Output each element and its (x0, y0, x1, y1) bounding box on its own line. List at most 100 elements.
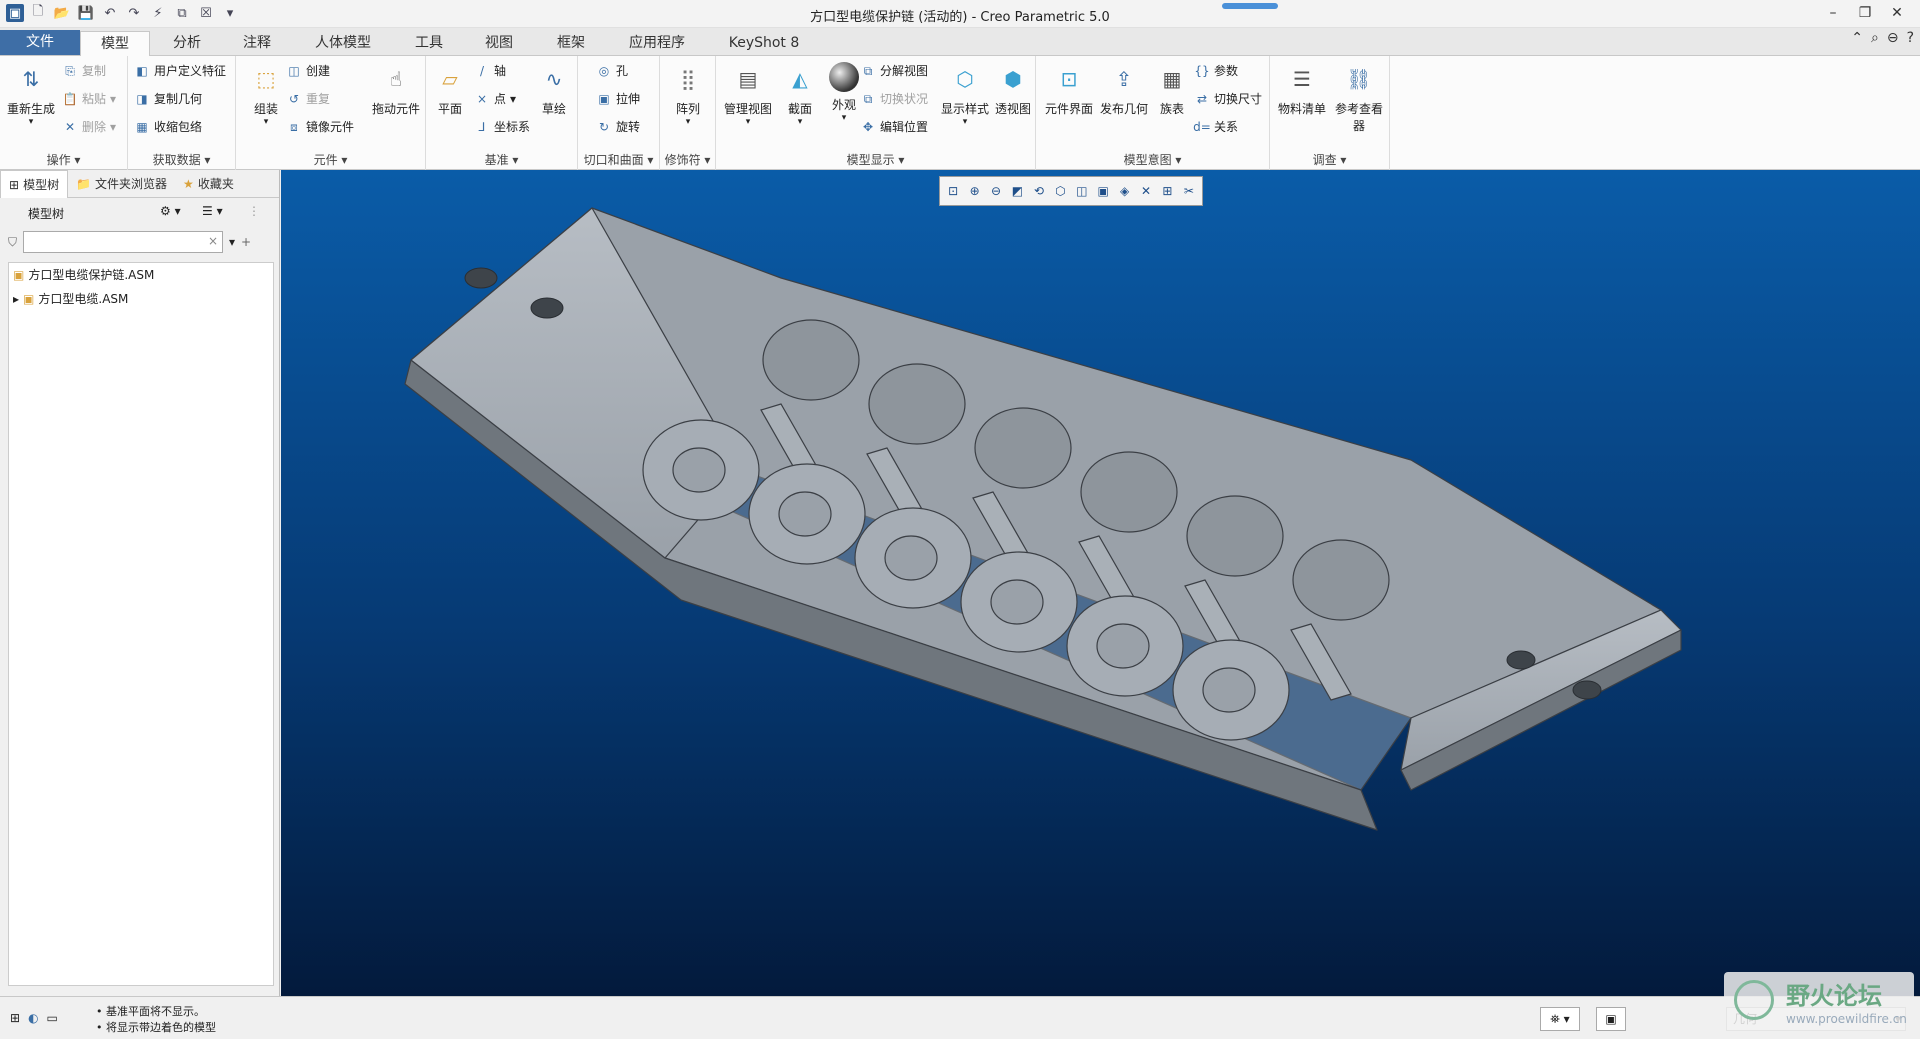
tree-settings-icon[interactable]: ⚙ ▾ (160, 204, 181, 218)
graphics-viewport[interactable]: ⊡ ⊕ ⊖ ◩ ⟲ ⬡ ◫ ▣ ◈ ✕ ⊞ ✂ (281, 170, 1920, 996)
copy-icon: ⎘ (65, 64, 75, 78)
group-label-cut-surface[interactable]: 切口和曲面 ▾ (578, 151, 659, 168)
drag-components-button[interactable]: ☝ 拖动元件 (366, 62, 426, 117)
search-dropdown-icon[interactable]: ▾ (229, 235, 235, 249)
tab-folder-browser[interactable]: 📁 文件夹浏览器 (68, 170, 175, 198)
group-label-model-intent[interactable]: 模型意图 ▾ (1036, 151, 1269, 168)
perspective-view-button[interactable]: ⬢ 透视图 (990, 62, 1036, 117)
clear-search-icon[interactable]: × (208, 234, 218, 248)
restore-icon[interactable]: ❐ (1852, 2, 1878, 24)
point-button[interactable]: × 点 ▾ (474, 88, 516, 110)
group-label-modifiers[interactable]: 修饰符 ▾ (660, 151, 715, 168)
tab-view[interactable]: 视图 (464, 31, 534, 56)
edit-position-button[interactable]: ✥ 编辑位置 (860, 116, 928, 138)
tree-item-root[interactable]: ▣ 方口型电缆保护链.ASM (9, 263, 273, 287)
hole-button[interactable]: ◎ 孔 (596, 60, 628, 82)
model-tree: ▣ 方口型电缆保护链.ASM ▸ ▣ 方口型电缆.ASM (8, 262, 274, 986)
tab-model-tree[interactable]: ⊞ 模型树 (0, 170, 69, 198)
pin-hole (778, 491, 832, 537)
section-button[interactable]: ◭ 截面 ▾ (778, 62, 822, 127)
status-message-2: • 将显示带边着色的模型 (96, 1021, 216, 1034)
toggle-status-button[interactable]: ⧉ 切换状况 (860, 88, 928, 110)
watermark-logo-icon (1734, 980, 1774, 1020)
tab-framework[interactable]: 框架 (536, 31, 606, 56)
group-operations: ⇅ 重新生成 ▾ ⎘ 复制 📋 粘贴 ▾ ✕ 删除 ▾ 操作 ▾ (0, 56, 128, 170)
tab-analysis[interactable]: 分析 (152, 31, 222, 56)
search-icon[interactable]: ⌕ (1871, 30, 1879, 46)
manage-views-button[interactable]: ▤ 管理视图 ▾ (720, 62, 776, 127)
tab-keyshot[interactable]: KeyShot 8 (712, 31, 816, 56)
window-controls: – ❐ ✕ (1820, 2, 1910, 24)
explode-view-button[interactable]: ⧉ 分解视图 (860, 60, 928, 82)
cable-chain-model[interactable] (281, 170, 1920, 996)
delete-button[interactable]: ✕ 删除 ▾ (62, 116, 116, 138)
explode-icon: ⧉ (863, 64, 873, 78)
group-label-investigate[interactable]: 调查 ▾ (1270, 151, 1389, 168)
watermark: 野火论坛 www.proewildfire.cn (1724, 972, 1914, 1034)
regenerate-button[interactable]: ⇅ 重新生成 ▾ (2, 62, 60, 127)
tab-annotate[interactable]: 注释 (222, 31, 292, 56)
assembly-icon: ▣ (23, 292, 35, 306)
status-message-1: • 基准平面将不显示。 (96, 1005, 205, 1018)
display-style-button[interactable]: ⬡ 显示样式 ▾ (936, 62, 994, 127)
shrinkwrap-button[interactable]: ▦ 收缩包络 (134, 116, 202, 138)
tree-item-child[interactable]: ▸ ▣ 方口型电缆.ASM (9, 287, 273, 311)
add-filter-icon[interactable]: + (241, 235, 251, 249)
group-label-operations[interactable]: 操作 ▾ (0, 151, 127, 168)
pattern-button[interactable]: ⣿ 阵列 ▾ (662, 62, 714, 127)
extrude-button[interactable]: ▣ 拉伸 (596, 88, 640, 110)
csys-button[interactable]: ⅃ 坐标系 (474, 116, 530, 138)
tab-file[interactable]: 文件 (0, 30, 80, 55)
family-table-button[interactable]: ▦ 族表 (1150, 62, 1194, 117)
sketch-button[interactable]: ∿ 草绘 (534, 62, 574, 117)
udf-button[interactable]: ◧ 用户定义特征 (134, 60, 226, 82)
group-label-component[interactable]: 元件 ▾ (236, 151, 425, 168)
group-label-model-display[interactable]: 模型显示 ▾ (716, 151, 1035, 168)
tab-favorites[interactable]: ★ 收藏夹 (175, 170, 242, 198)
component-interface-button[interactable]: ⊡ 元件界面 (1040, 62, 1098, 117)
create-component-button[interactable]: ◫ 创建 (286, 60, 330, 82)
browser-toggle-icon[interactable]: ◐ (28, 1011, 38, 1025)
community-icon[interactable]: ⊖ (1887, 30, 1899, 46)
reference-viewer-button[interactable]: ⛓ 参考查看器 (1330, 62, 1388, 134)
assemble-button[interactable]: ⬚ 组装 ▾ (240, 62, 292, 127)
group-model-intent: ⊡ 元件界面 ⇪ 发布几何 ▦ 族表 {} 参数 ⇄ 切换尺寸 d= 关系 模型意图 ▾ (1036, 56, 1270, 170)
tree-search-input[interactable]: × (23, 231, 224, 253)
copy-geometry-button[interactable]: ◨ 复制几何 (134, 88, 202, 110)
switch-dimensions-button[interactable]: ⇄ 切换尺寸 (1194, 88, 1262, 110)
axis-button[interactable]: / 轴 (474, 60, 506, 82)
parameters-button[interactable]: {} 参数 (1194, 60, 1238, 82)
relations-button[interactable]: d= 关系 (1193, 116, 1238, 138)
collapse-ribbon-icon[interactable]: ⌃ (1851, 30, 1863, 46)
group-label-datum[interactable]: 基准 ▾ (426, 151, 577, 168)
create-icon: ◫ (288, 64, 300, 78)
full-screen-icon[interactable]: ▭ (47, 1011, 58, 1025)
bom-button[interactable]: ☰ 物料清单 (1274, 62, 1330, 117)
group-investigate: ☰ 物料清单 ⛓ 参考查看器 调查 ▾ (1270, 56, 1390, 170)
plane-button[interactable]: ▱ 平面 (430, 62, 470, 117)
copy-button[interactable]: ⎘ 复制 (62, 60, 106, 82)
tab-model[interactable]: 模型 (80, 31, 150, 57)
navigator-toggle-icon[interactable]: ⊞ (10, 1011, 20, 1025)
tab-manikin[interactable]: 人体模型 (296, 31, 390, 56)
binoculars-icon: ⛯ ▾ (1550, 1012, 1570, 1026)
show-menu-icon[interactable]: ☰ ▾ (202, 204, 223, 218)
help-icon[interactable]: ? (1907, 30, 1914, 46)
selection-filter-toggle[interactable]: ▣ (1596, 1007, 1626, 1031)
revolve-button[interactable]: ↻ 旋转 (596, 116, 640, 138)
find-button[interactable]: ⛯ ▾ (1540, 1007, 1580, 1031)
close-icon[interactable]: ✕ (1884, 2, 1910, 24)
filter-icon[interactable]: ⛉ (8, 235, 17, 250)
tab-tools[interactable]: 工具 (394, 31, 464, 56)
expand-arrow-icon[interactable]: ▸ (13, 287, 19, 311)
publish-geometry-button[interactable]: ⇪ 发布几何 (1096, 62, 1152, 117)
watermark-title: 野火论坛 (1786, 982, 1882, 1010)
repeat-button[interactable]: ↺ 重复 (286, 88, 330, 110)
pin-hole (672, 447, 726, 493)
minimize-icon[interactable]: – (1820, 2, 1846, 24)
mirror-component-button[interactable]: ⧈ 镜像元件 (286, 116, 354, 138)
tree-filter-icon[interactable]: ⋮ (248, 204, 260, 218)
group-label-get-data[interactable]: 获取数据 ▾ (128, 151, 235, 168)
tab-applications[interactable]: 应用程序 (612, 31, 702, 56)
paste-button[interactable]: 📋 粘贴 ▾ (62, 88, 117, 110)
